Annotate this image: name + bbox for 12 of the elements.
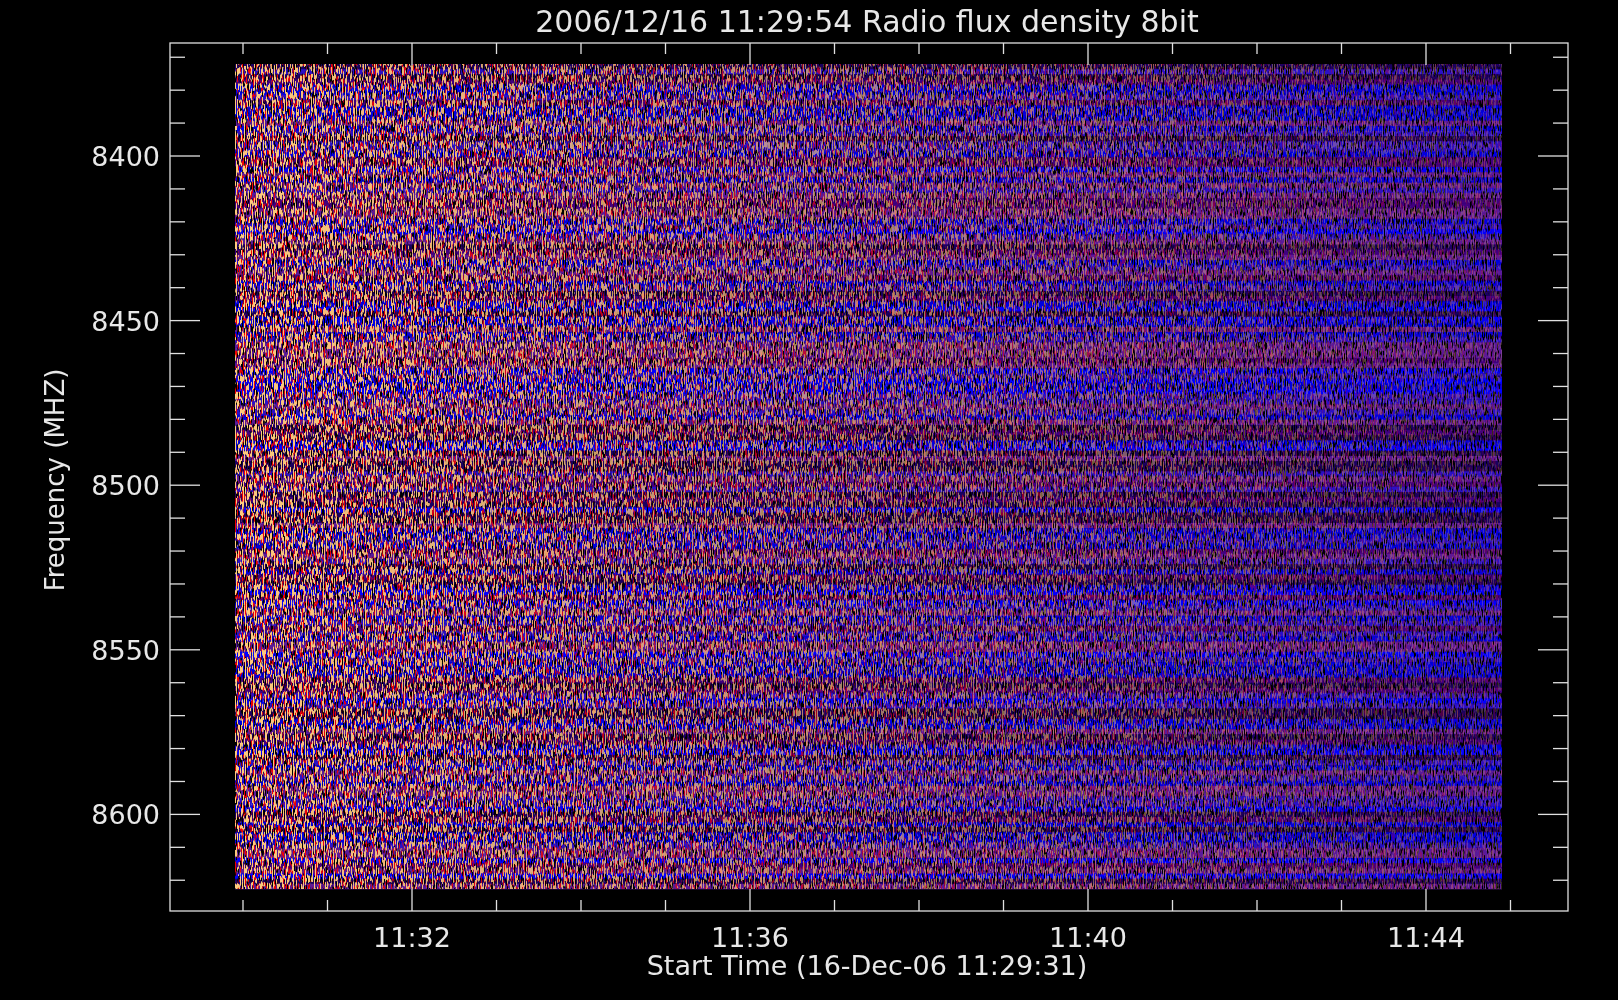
x-axis-title: Start Time (16-Dec-06 11:29:31): [646, 950, 1088, 981]
x-tick-label: 11:40: [1049, 922, 1127, 953]
y-tick-label: 8550: [91, 634, 160, 666]
y-tick-label: 8600: [91, 799, 160, 831]
y-tick-label: 8450: [91, 305, 160, 337]
y-axis-title: Frequency (MHZ): [40, 368, 70, 592]
chart-title: 2006/12/16 11:29:54 Radio flux density 8bit: [535, 4, 1199, 39]
x-tick-label: 11:44: [1387, 922, 1465, 953]
y-tick-label: 8500: [91, 470, 160, 502]
x-tick-label: 11:36: [711, 922, 789, 953]
y-tick-label: 8400: [91, 141, 160, 172]
x-tick-label: 11:32: [373, 922, 451, 953]
